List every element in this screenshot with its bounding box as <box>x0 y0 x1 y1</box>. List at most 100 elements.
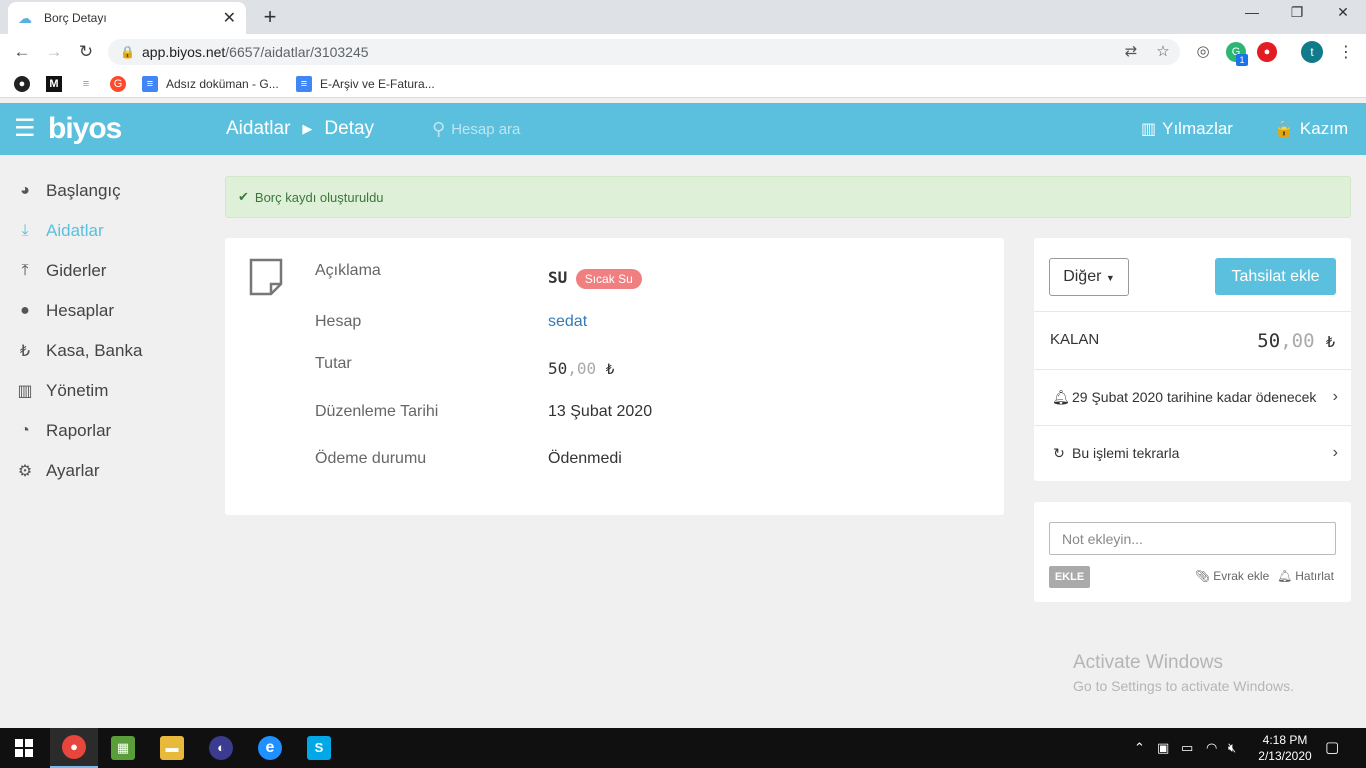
diger-dropdown-button[interactable]: Diğer ▼ <box>1049 258 1129 296</box>
sidebar-item-baslangic[interactable]: ◕ Başlangıç <box>14 179 121 203</box>
bell-icon: 🔔︎ <box>1052 388 1070 405</box>
tutar-value: 50,00 ₺ <box>548 359 614 378</box>
tutar-label: Tutar <box>315 355 352 372</box>
windows-taskbar: ● ▦ ▬ ◐ e S ⌃ ▣ ▭ ◠ 🔇︎ 4:18 PM 2/13/2020… <box>0 728 1366 768</box>
browser-tab[interactable]: ☁ Borç Detayı ✕ <box>8 2 246 34</box>
windows-logo-icon <box>15 739 33 757</box>
hesap-link[interactable]: sedat <box>548 313 587 331</box>
app-logo[interactable]: biyos <box>48 112 122 146</box>
pie-chart-icon: ◔ <box>20 422 30 439</box>
bookmark-medium[interactable]: M <box>46 75 70 93</box>
sidebar-item-label: Kasa, Banka <box>46 341 143 360</box>
bookmark-e-arsiv[interactable]: ≡ E-Arşiv ve E-Fatura... <box>296 75 435 93</box>
browser-menu-icon[interactable]: ⋮ <box>1338 42 1354 62</box>
google-docs-icon: ≡ <box>296 76 312 92</box>
eclipse-icon: ◐ <box>209 736 233 760</box>
sidebar-item-raporlar[interactable]: ◔ Raporlar <box>14 419 111 443</box>
wifi-icon[interactable]: ◠ <box>1206 740 1217 756</box>
taskbar-chrome[interactable]: ● <box>50 728 98 768</box>
extension-badge: 1 <box>1236 54 1248 66</box>
tray-chevron-up-icon[interactable]: ⌃ <box>1134 740 1145 756</box>
durum-label: Ödeme durumu <box>315 450 427 467</box>
due-date-row[interactable]: 🔔︎ 29 Şubat 2020 tarihine kadar ödenecek… <box>1052 388 1338 406</box>
url-path: /6657/aidatlar/3103245 <box>225 44 369 60</box>
tray-security-icon[interactable]: ▣ <box>1157 740 1169 756</box>
reload-icon[interactable]: ↻ <box>76 42 96 62</box>
refresh-icon: ↻ <box>1053 444 1065 461</box>
note-input[interactable] <box>1049 522 1336 555</box>
hamburger-menu-icon[interactable]: ☰ <box>14 117 36 141</box>
taskbar-internet-explorer[interactable]: e <box>246 728 294 768</box>
bookmarks-bar: ● M ≡ G ≡ Adsız doküman - G... ≡ E-Arşiv… <box>0 70 1366 98</box>
sidebar-item-hesaplar[interactable]: ● Hesaplar <box>14 299 114 323</box>
bookmark-adsiz-dokuman[interactable]: ≡ Adsız doküman - G... <box>142 75 279 93</box>
sidebar-item-kasa-banka[interactable]: ₺ Kasa, Banka <box>14 339 143 363</box>
repeat-row[interactable]: ↻ Bu işlemi tekrarla › <box>1052 444 1338 462</box>
back-arrow-icon[interactable]: ← <box>12 42 32 62</box>
address-bar[interactable]: 🔒 app.biyos.net/6657/aidatlar/3103245 <box>108 39 1180 65</box>
kalan-value: 50,00 ₺ <box>1257 330 1335 352</box>
due-date-text: 29 Şubat 2020 tarihine kadar ödenecek <box>1072 389 1317 405</box>
lira-icon: ₺ <box>605 362 615 378</box>
bookmark-stackoverflow[interactable]: ≡ <box>78 75 102 93</box>
aciklama-value: SU <box>548 268 568 287</box>
divider <box>1034 311 1351 312</box>
bookmark-g2[interactable]: G <box>110 75 134 93</box>
taskbar-file-explorer[interactable]: ▬ <box>148 728 196 768</box>
bookmark-github[interactable]: ● <box>14 75 38 93</box>
checkmark-icon: ✔ <box>238 189 249 204</box>
maximize-button[interactable]: ❐ <box>1287 4 1307 21</box>
kalan-decimal: ,00 <box>1280 330 1315 352</box>
close-window-button[interactable]: ✕ <box>1333 4 1353 21</box>
taskbar-skype[interactable]: S <box>295 728 343 768</box>
medium-icon: M <box>46 76 62 92</box>
taskbar-spreadsheet[interactable]: ▦ <box>99 728 147 768</box>
tutar-integer: 50 <box>548 359 568 378</box>
sidebar-item-aidatlar[interactable]: ⤓ Aidatlar <box>14 219 104 243</box>
chevron-right-icon: › <box>1332 444 1338 461</box>
new-tab-button[interactable]: + <box>260 4 280 30</box>
site-selector[interactable]: ▥ Yılmazlar <box>1141 119 1233 139</box>
bookmark-star-icon[interactable]: ☆ <box>1153 42 1173 62</box>
tarih-label: Düzenleme Tarihi <box>315 403 439 420</box>
action-panel: Diğer ▼ Tahsilat ekle KALAN 50,00 ₺ 🔔︎ 2… <box>1034 238 1351 481</box>
system-clock[interactable]: 4:18 PM 2/13/2020 <box>1250 732 1320 764</box>
forward-arrow-icon[interactable]: → <box>44 42 64 62</box>
caret-down-icon: ▼ <box>1105 273 1115 283</box>
tutar-decimal: ,00 <box>567 359 597 378</box>
user-menu[interactable]: 🔒 Kazım <box>1274 119 1348 139</box>
attach-document-link[interactable]: 📎︎ Evrak ekle <box>1195 569 1269 583</box>
notification-center-icon[interactable]: ▢ <box>1325 738 1339 756</box>
durum-value: Ödenmedi <box>548 450 622 467</box>
volume-muted-icon[interactable]: 🔇︎ <box>1228 740 1236 756</box>
sidebar-item-label: Aidatlar <box>46 221 104 240</box>
remind-link[interactable]: 🔔︎ Hatırlat <box>1277 569 1334 583</box>
tarih-value: 13 Şubat 2020 <box>548 403 653 420</box>
translate-icon[interactable]: ⇄ <box>1121 42 1141 62</box>
repeat-text: Bu işlemi tekrarla <box>1072 445 1180 461</box>
file-explorer-icon: ▬ <box>160 736 184 760</box>
taskbar-eclipse[interactable]: ◐ <box>197 728 245 768</box>
adblock-extension-icon[interactable]: ● <box>1257 42 1277 62</box>
divider <box>1034 369 1351 370</box>
sidebar-item-ayarlar[interactable]: ⚙ Ayarlar <box>14 459 100 483</box>
clock-time: 4:18 PM <box>1262 733 1308 747</box>
google-docs-icon: ≡ <box>142 76 158 92</box>
extension-icon[interactable]: ◎ <box>1193 42 1213 62</box>
divider <box>1034 425 1351 426</box>
battery-icon[interactable]: ▭ <box>1181 740 1193 756</box>
tahsilat-ekle-button[interactable]: Tahsilat ekle <box>1215 258 1336 295</box>
breadcrumb-section[interactable]: Aidatlar <box>226 118 290 140</box>
g2-icon: G <box>110 76 126 92</box>
account-search[interactable]: ⚲ Hesap ara <box>432 119 520 140</box>
minimize-button[interactable]: — <box>1242 4 1262 20</box>
upload-icon: ⤒ <box>21 262 29 279</box>
profile-avatar[interactable]: t <box>1301 41 1323 63</box>
start-button[interactable] <box>0 728 48 768</box>
chevron-right-icon: › <box>1332 388 1338 405</box>
sidebar-item-yonetim[interactable]: ▥ Yönetim <box>14 379 108 403</box>
tab-close-icon[interactable]: ✕ <box>223 8 236 28</box>
ekle-button[interactable]: EKLE <box>1049 566 1090 588</box>
sidebar-item-giderler[interactable]: ⤒ Giderler <box>14 259 106 283</box>
lock-icon: 🔒 <box>1274 121 1294 138</box>
